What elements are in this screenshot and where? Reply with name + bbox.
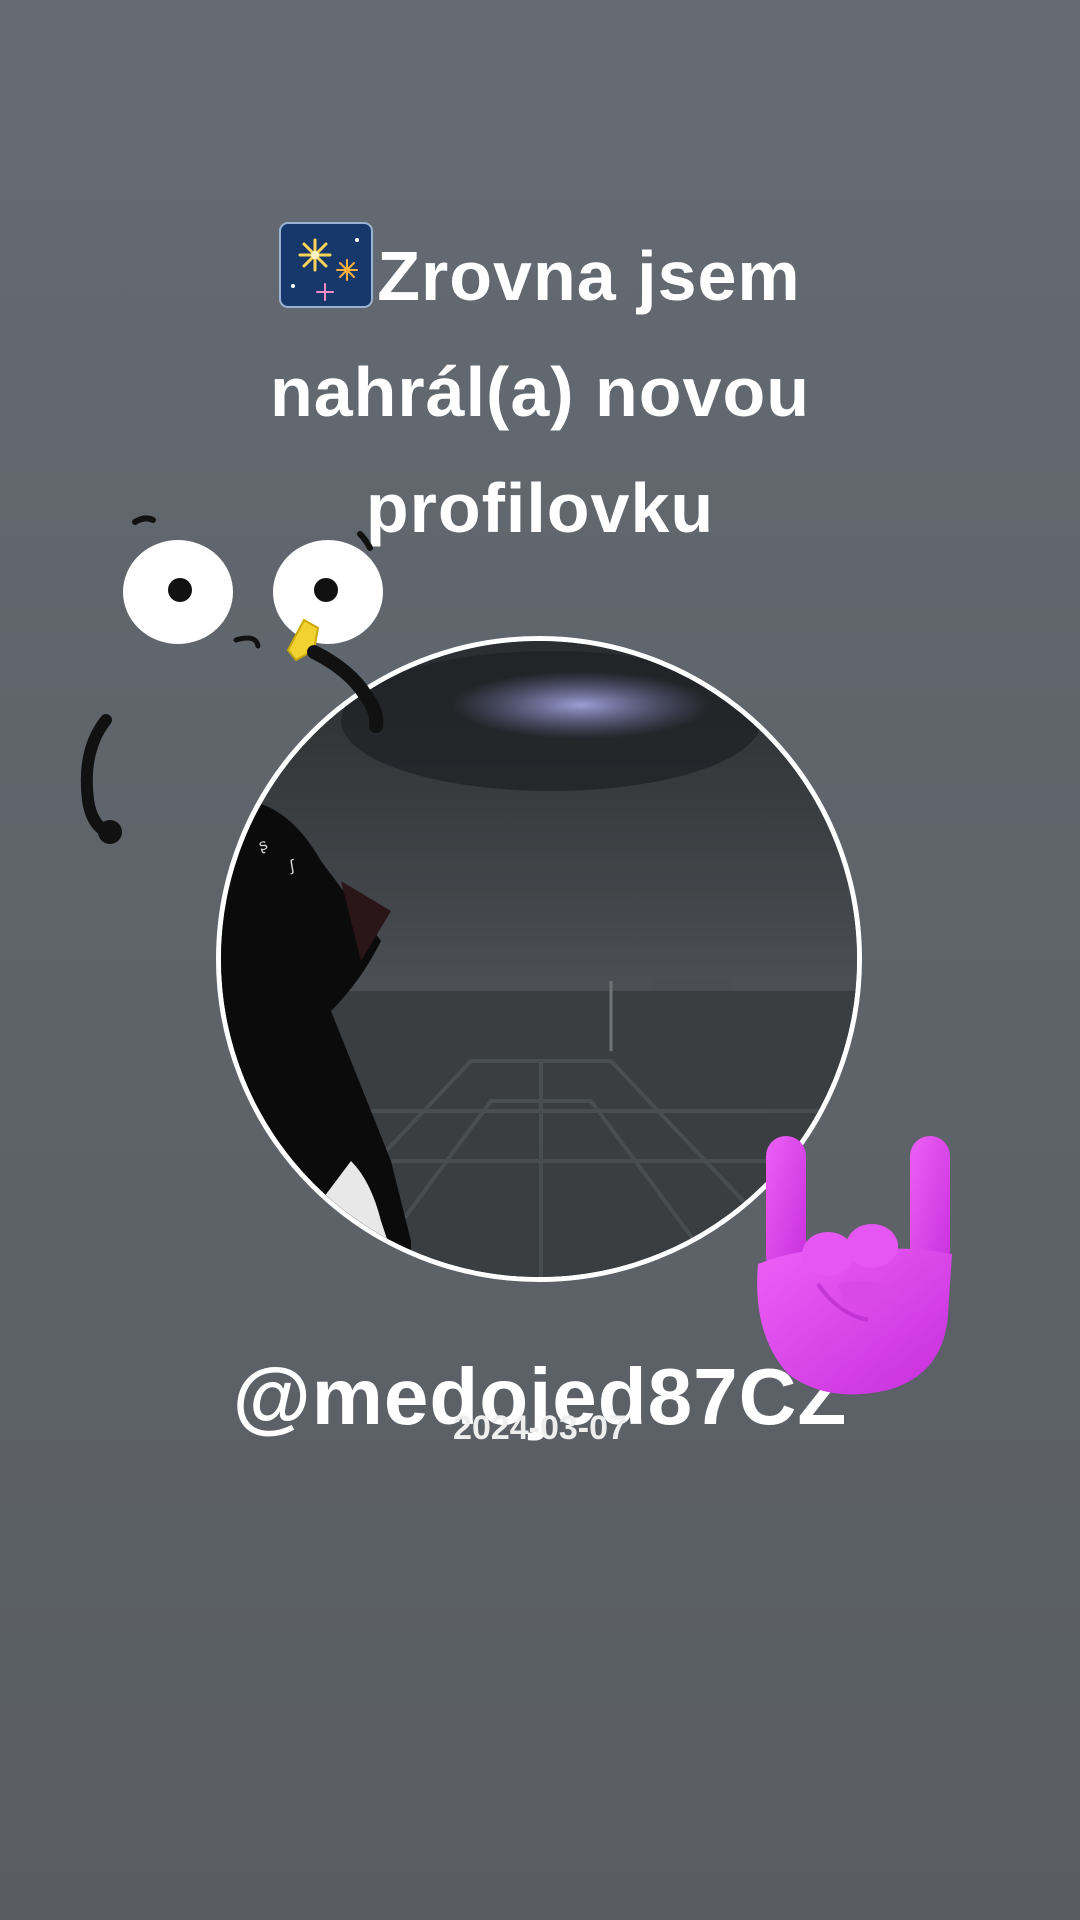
post-date: 2024-03-07 <box>453 1409 627 1447</box>
cartoon-face-doodle <box>80 515 384 844</box>
fireworks-icon <box>279 222 374 308</box>
rock-on-hand-icon <box>757 1136 952 1395</box>
